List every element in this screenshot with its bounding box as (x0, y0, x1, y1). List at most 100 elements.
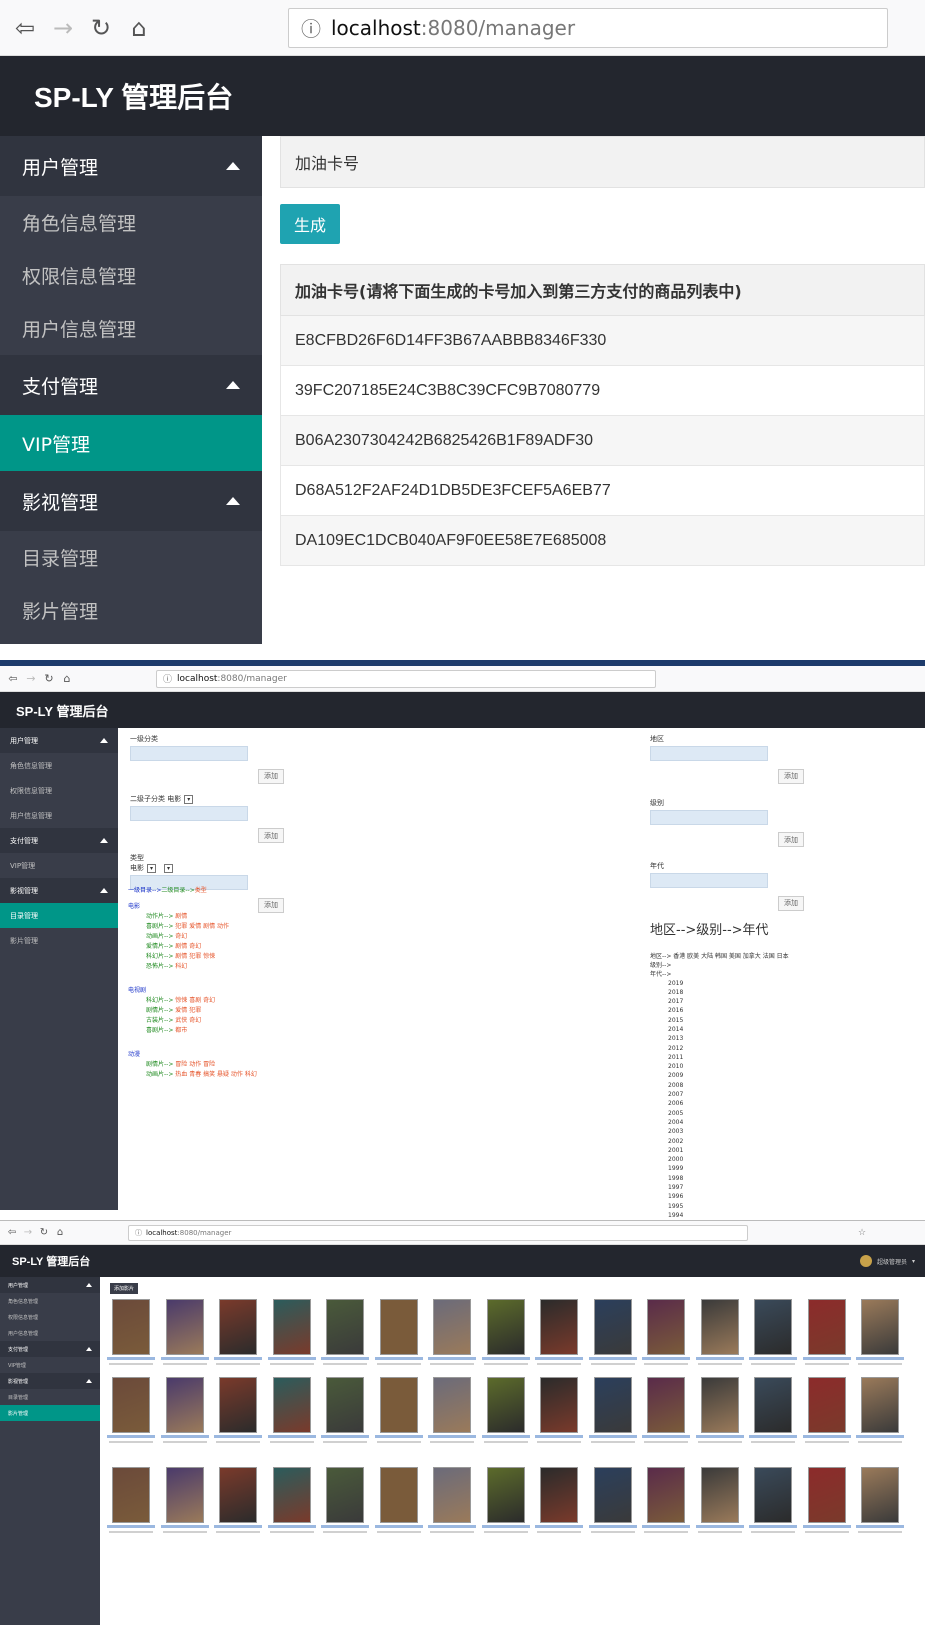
sidebar-item-film[interactable]: 影片管理 (0, 584, 262, 637)
film-title-placeholder[interactable] (642, 1435, 690, 1438)
sidebar-item-role[interactable]: 角色信息管理 (0, 753, 118, 778)
film-poster[interactable] (379, 1377, 418, 1433)
sidebar-group-pay[interactable]: 支付管理 (0, 828, 118, 853)
film-title-placeholder[interactable] (321, 1357, 369, 1360)
film-title-placeholder[interactable] (695, 1435, 744, 1438)
sidebar-item-permission[interactable]: 权限信息管理 (0, 249, 262, 302)
film-title-placeholder[interactable] (695, 1357, 744, 1360)
region-input[interactable] (650, 746, 768, 761)
film-poster[interactable] (112, 1299, 150, 1355)
second-cat-select[interactable]: 电影 (167, 795, 181, 803)
film-title-placeholder[interactable] (588, 1435, 637, 1438)
film-poster[interactable] (433, 1467, 471, 1523)
sidebar-item-film[interactable]: 影片管理 (0, 928, 118, 953)
film-title-placeholder[interactable] (374, 1357, 423, 1360)
address-bar[interactable]: ⓘ localhost:8080/manager (156, 669, 656, 688)
film-poster[interactable] (112, 1467, 150, 1523)
level-input[interactable] (650, 809, 768, 825)
add-era-button[interactable]: 添加 (778, 895, 804, 911)
sidebar-item-role[interactable]: 角色信息管理 (0, 196, 262, 249)
film-poster[interactable] (754, 1467, 792, 1523)
film-poster[interactable] (540, 1377, 578, 1433)
film-poster[interactable] (647, 1299, 685, 1355)
film-poster[interactable] (219, 1467, 257, 1523)
sidebar-group-pay[interactable]: 支付管理 (0, 355, 262, 415)
film-poster[interactable] (486, 1377, 525, 1433)
film-title-placeholder[interactable] (214, 1357, 262, 1360)
add-first-cat-button[interactable]: 添加 (258, 768, 284, 784)
film-poster[interactable] (165, 1467, 204, 1523)
home-icon[interactable]: ⌂ (58, 670, 76, 688)
forward-icon[interactable]: → (22, 670, 40, 688)
address-bar[interactable]: ⓘ localhost:8080/manager (288, 7, 888, 48)
film-title-placeholder[interactable] (107, 1525, 155, 1528)
film-poster[interactable] (807, 1467, 846, 1523)
film-title-placeholder[interactable] (749, 1357, 797, 1360)
film-poster[interactable] (700, 1467, 739, 1523)
film-poster[interactable] (165, 1377, 204, 1433)
film-title-placeholder[interactable] (374, 1435, 423, 1438)
film-poster[interactable] (861, 1377, 899, 1433)
add-second-cat-button[interactable]: 添加 (258, 828, 284, 843)
film-title-placeholder[interactable] (267, 1435, 316, 1438)
film-title-placeholder[interactable] (535, 1357, 583, 1360)
film-title-placeholder[interactable] (802, 1357, 851, 1360)
film-poster[interactable] (433, 1299, 471, 1355)
film-title-placeholder[interactable] (267, 1525, 316, 1528)
film-poster[interactable] (326, 1299, 364, 1355)
film-title-placeholder[interactable] (428, 1357, 476, 1360)
film-poster[interactable] (219, 1377, 257, 1433)
film-title-placeholder[interactable] (588, 1525, 637, 1528)
sidebar-item-catalog[interactable]: 目录管理 (0, 531, 262, 584)
film-poster[interactable] (272, 1377, 311, 1433)
film-title-placeholder[interactable] (481, 1357, 530, 1360)
film-poster[interactable] (593, 1377, 632, 1433)
sidebar-group-user[interactable]: 用户管理 (0, 728, 118, 753)
film-title-placeholder[interactable] (856, 1525, 904, 1528)
film-title-placeholder[interactable] (802, 1525, 851, 1528)
reload-icon[interactable]: ↻ (40, 670, 58, 688)
film-title-placeholder[interactable] (160, 1435, 209, 1438)
back-icon[interactable]: ⇦ (6, 9, 44, 47)
second-cat-input[interactable] (130, 805, 248, 821)
home-icon[interactable]: ⌂ (120, 9, 158, 47)
film-poster[interactable] (165, 1299, 204, 1355)
film-poster[interactable] (379, 1299, 418, 1355)
film-poster[interactable] (326, 1467, 364, 1523)
film-poster[interactable] (807, 1377, 846, 1433)
film-title-placeholder[interactable] (214, 1435, 262, 1438)
sidebar-group-media[interactable]: 影视管理 (0, 878, 118, 903)
film-title-placeholder[interactable] (588, 1357, 637, 1360)
film-poster[interactable] (807, 1299, 846, 1355)
film-title-placeholder[interactable] (428, 1525, 476, 1528)
film-title-placeholder[interactable] (481, 1435, 530, 1438)
film-poster[interactable] (272, 1467, 311, 1523)
film-poster[interactable] (433, 1377, 471, 1433)
film-poster[interactable] (540, 1467, 578, 1523)
film-title-placeholder[interactable] (107, 1435, 155, 1438)
generate-button[interactable]: 生成 (280, 204, 340, 244)
film-title-placeholder[interactable] (535, 1435, 583, 1438)
film-poster[interactable] (486, 1299, 525, 1355)
forward-icon[interactable]: → (44, 9, 82, 47)
tree-anime[interactable]: 动漫 (128, 1050, 428, 1060)
film-title-placeholder[interactable] (749, 1525, 797, 1528)
reload-icon[interactable]: ↻ (82, 9, 120, 47)
film-title-placeholder[interactable] (535, 1525, 583, 1528)
film-poster[interactable] (700, 1299, 739, 1355)
film-poster[interactable] (647, 1467, 685, 1523)
sidebar-item-catalog[interactable]: 目录管理 (0, 903, 118, 928)
film-title-placeholder[interactable] (695, 1525, 744, 1528)
add-level-button[interactable]: 添加 (778, 832, 804, 847)
sidebar-item-vip[interactable]: VIP管理 (0, 853, 118, 878)
dropdown-icon[interactable]: ▾ (147, 864, 156, 873)
film-poster[interactable] (272, 1299, 311, 1355)
add-region-button[interactable]: 添加 (778, 768, 804, 784)
dropdown-icon[interactable]: ▾ (164, 864, 173, 873)
film-poster[interactable] (647, 1377, 685, 1433)
film-title-placeholder[interactable] (802, 1435, 851, 1438)
film-title-placeholder[interactable] (856, 1435, 904, 1438)
film-poster[interactable] (861, 1467, 899, 1523)
film-poster[interactable] (486, 1467, 525, 1523)
back-icon[interactable]: ⇦ (4, 670, 22, 688)
